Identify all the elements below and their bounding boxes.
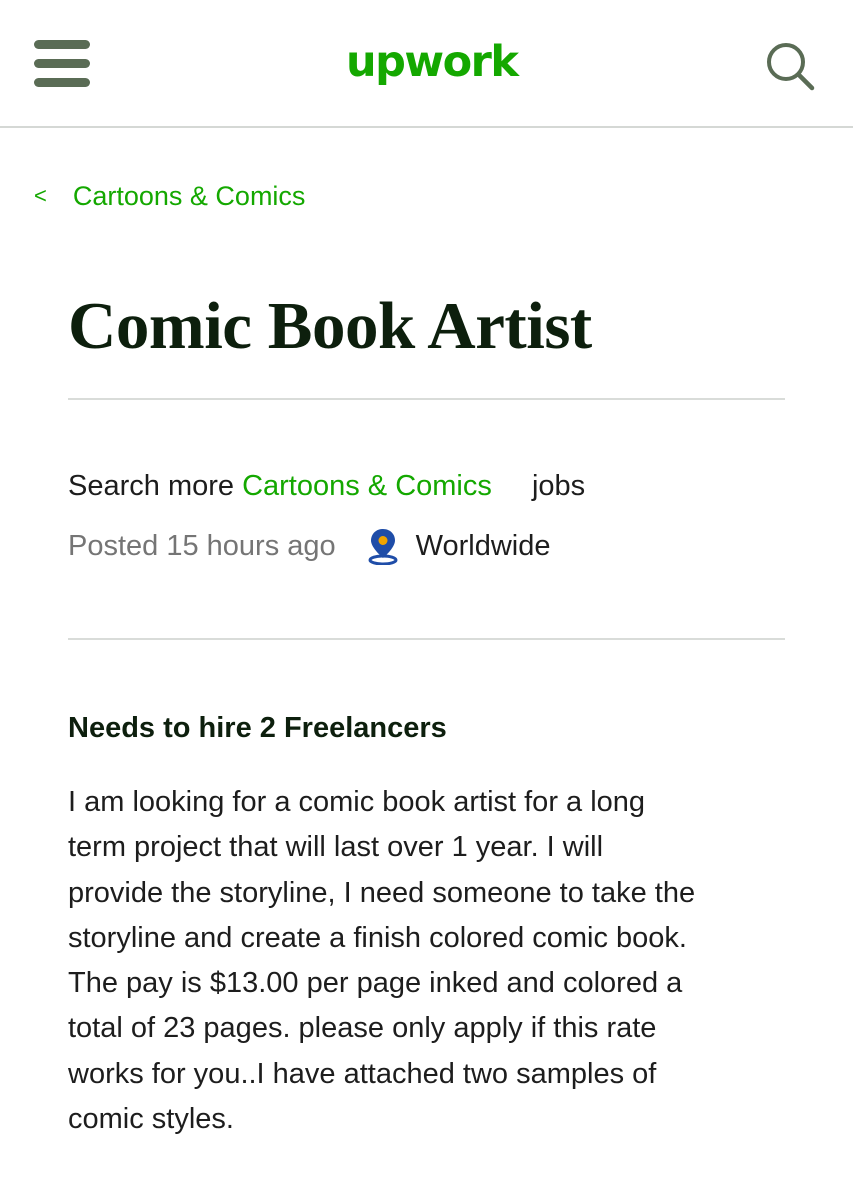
search-more-prefix: Search more <box>68 470 235 502</box>
search-more-line: Search more Cartoons & Comics jobs <box>68 470 585 503</box>
divider <box>68 638 785 640</box>
breadcrumb-back-link[interactable]: < Cartoons & Comics <box>34 178 305 214</box>
upwork-logo[interactable]: upwork <box>346 32 519 92</box>
location-text: Worldwide <box>415 529 551 562</box>
search-icon[interactable] <box>763 38 819 94</box>
hire-heading: Needs to hire 2 Freelancers <box>68 712 447 744</box>
hamburger-menu-icon[interactable] <box>34 40 90 88</box>
posted-time: Posted 15 hours ago <box>68 529 336 562</box>
job-meta-row: Posted 15 hours ago Worldwide <box>68 527 551 566</box>
page-title: Comic Book Artist <box>68 289 592 363</box>
job-description: I am looking for a comic book artist for… <box>68 786 696 1136</box>
divider <box>68 398 785 400</box>
chevron-left-icon: < <box>34 183 47 208</box>
menu-bar <box>34 59 90 68</box>
breadcrumb-label: Cartoons & Comics <box>72 180 306 211</box>
category-link[interactable]: Cartoons & Comics <box>242 470 492 502</box>
location-pin-icon <box>366 527 400 566</box>
menu-bar <box>34 40 90 49</box>
menu-bar <box>34 78 90 87</box>
top-header: upwork <box>0 0 853 128</box>
location-pin-graphic <box>368 529 398 566</box>
search-icon-graphic <box>767 43 815 91</box>
search-more-suffix: jobs <box>531 470 586 502</box>
